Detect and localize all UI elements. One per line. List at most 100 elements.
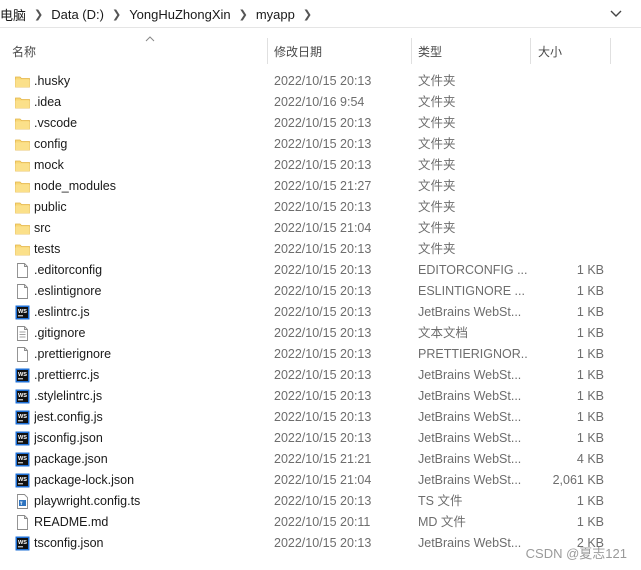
chevron-right-icon[interactable]: ❯ (34, 8, 43, 21)
column-header-name[interactable]: 名称 (12, 36, 267, 66)
file-name: package-lock.json (34, 473, 135, 487)
file-icon (15, 284, 30, 299)
chevron-down-icon[interactable] (609, 6, 623, 20)
file-row[interactable]: config 2022/10/15 20:13 文件夹 (0, 134, 641, 155)
file-modified-date: 2022/10/15 20:13 (274, 137, 372, 151)
file-row[interactable]: node_modules 2022/10/15 21:27 文件夹 (0, 176, 641, 197)
file-row[interactable]: WS .eslintrc.js 2022/10/15 20:13 JetBrains … (0, 302, 641, 323)
file-row[interactable]: README.md 2022/10/15 20:11 MD 文件 1 KB (0, 512, 641, 533)
file-modified-date: 2022/10/15 20:13 (274, 410, 372, 424)
file-modified-date: 2022/10/15 20:13 (274, 305, 372, 319)
file-row[interactable]: src 2022/10/15 21:04 文件夹 (0, 218, 641, 239)
file-size (532, 92, 604, 113)
file-icon (15, 515, 30, 530)
webstorm-file-icon: WS (15, 368, 30, 383)
chevron-right-icon[interactable]: ❯ (303, 8, 312, 21)
column-divider[interactable] (267, 38, 268, 64)
file-size (532, 239, 604, 260)
file-row[interactable]: WS package.json 2022/10/15 21:21 JetBrains … (0, 449, 641, 470)
file-size: 1 KB (576, 305, 604, 319)
webstorm-file-icon: WS (15, 536, 30, 551)
file-name: .idea (34, 95, 62, 109)
file-modified-date: 2022/10/15 21:04 (274, 473, 372, 487)
webstorm-file-icon: WS (15, 431, 30, 446)
file-size: 1 KB (576, 410, 604, 424)
file-row[interactable]: .husky 2022/10/15 20:13 文件夹 (0, 71, 641, 92)
file-name: config (34, 137, 68, 151)
breadcrumb-item-drive[interactable]: Data (D:) (51, 7, 104, 22)
file-type: 文件夹 (418, 116, 456, 130)
file-size (532, 197, 604, 218)
file-type: 文件夹 (418, 95, 456, 109)
file-modified-date: 2022/10/15 20:13 (274, 431, 372, 445)
folder-icon (15, 158, 30, 173)
file-row[interactable]: .idea 2022/10/16 9:54 文件夹 (0, 92, 641, 113)
file-name: node_modules (34, 179, 117, 193)
file-name: jest.config.js (34, 410, 103, 424)
file-name: .prettierignore (34, 347, 112, 361)
file-type: 文件夹 (418, 158, 456, 172)
file-type: 文件夹 (418, 179, 456, 193)
file-row[interactable]: .gitignore 2022/10/15 20:13 文本文档 1 KB (0, 323, 641, 344)
file-row[interactable]: WS jest.config.js 2022/10/15 20:13 JetBrain… (0, 407, 641, 428)
file-name: tsconfig.json (34, 536, 104, 550)
file-type: JetBrains WebSt... (418, 473, 522, 487)
file-modified-date: 2022/10/15 20:13 (274, 389, 372, 403)
breadcrumb-item-current[interactable]: myapp (256, 7, 295, 22)
chevron-right-icon[interactable]: ❯ (239, 8, 248, 21)
file-modified-date: 2022/10/15 20:13 (274, 347, 372, 361)
column-header-type[interactable]: 类型 (418, 36, 528, 66)
webstorm-file-icon: WS (15, 473, 30, 488)
file-row[interactable]: WS .prettierrc.js 2022/10/15 20:13 JetBrain… (0, 365, 641, 386)
file-type: JetBrains WebSt... (418, 410, 522, 424)
svg-text:WS: WS (18, 477, 27, 483)
file-modified-date: 2022/10/15 21:27 (274, 179, 372, 193)
folder-icon (15, 179, 30, 194)
file-row[interactable]: tests 2022/10/15 20:13 文件夹 (0, 239, 641, 260)
file-row[interactable]: WS jsconfig.json 2022/10/15 20:13 JetBrains… (0, 428, 641, 449)
file-row[interactable]: WS .stylelintrc.js 2022/10/15 20:13 JetBrai… (0, 386, 641, 407)
column-header-size[interactable]: 大小 (538, 36, 610, 66)
svg-text:WS: WS (18, 414, 27, 420)
file-size (532, 71, 604, 92)
file-row[interactable]: .eslintignore 2022/10/15 20:13 ESLINTIGNOR… (0, 281, 641, 302)
folder-icon (15, 200, 30, 215)
file-size: 1 KB (576, 515, 604, 529)
file-size: 1 KB (576, 368, 604, 382)
column-divider[interactable] (610, 38, 611, 64)
file-name: src (34, 221, 51, 235)
column-divider[interactable] (530, 38, 531, 64)
file-row[interactable]: .prettierignore 2022/10/15 20:13 PRETTIERI… (0, 344, 641, 365)
address-bar[interactable]: 电脑 ❯ Data (D:) ❯ YongHuZhongXin ❯ myapp … (0, 0, 641, 28)
breadcrumb-item-computer[interactable]: 电脑 (0, 5, 26, 24)
chevron-right-icon[interactable]: ❯ (112, 8, 121, 21)
file-type: 文件夹 (418, 137, 456, 151)
file-row[interactable]: WS package-lock.json 2022/10/15 21:04 JetBr… (0, 470, 641, 491)
column-divider[interactable] (411, 38, 412, 64)
column-header-date[interactable]: 修改日期 (274, 36, 410, 66)
file-type: JetBrains WebSt... (418, 389, 522, 403)
file-type: PRETTIERIGNOR... (418, 347, 528, 361)
breadcrumb: 电脑 ❯ Data (D:) ❯ YongHuZhongXin ❯ myapp … (0, 0, 320, 28)
file-row[interactable]: public 2022/10/15 20:13 文件夹 (0, 197, 641, 218)
breadcrumb-item-folder[interactable]: YongHuZhongXin (129, 7, 230, 22)
file-row[interactable]: .editorconfig 2022/10/15 20:13 EDITORCONFI… (0, 260, 641, 281)
file-row[interactable]: mock 2022/10/15 20:13 文件夹 (0, 155, 641, 176)
file-size (532, 155, 604, 176)
file-size: 1 KB (576, 347, 604, 361)
folder-icon (15, 116, 30, 131)
file-size: 1 KB (576, 326, 604, 340)
sort-ascending-icon (145, 34, 155, 45)
file-modified-date: 2022/10/15 20:13 (274, 326, 372, 340)
svg-text:WS: WS (18, 435, 27, 441)
file-size (532, 134, 604, 155)
file-modified-date: 2022/10/15 20:13 (274, 368, 372, 382)
file-row[interactable]: .vscode 2022/10/15 20:13 文件夹 (0, 113, 641, 134)
file-size: 4 KB (576, 452, 604, 466)
webstorm-file-icon: WS (15, 410, 30, 425)
file-type: EDITORCONFIG ... (418, 263, 528, 277)
file-row[interactable]: playwright.config.ts 2022/10/15 20:13 TS 文… (0, 491, 641, 512)
file-modified-date: 2022/10/15 20:13 (274, 116, 372, 130)
file-size (532, 113, 604, 134)
file-name: public (34, 200, 67, 214)
